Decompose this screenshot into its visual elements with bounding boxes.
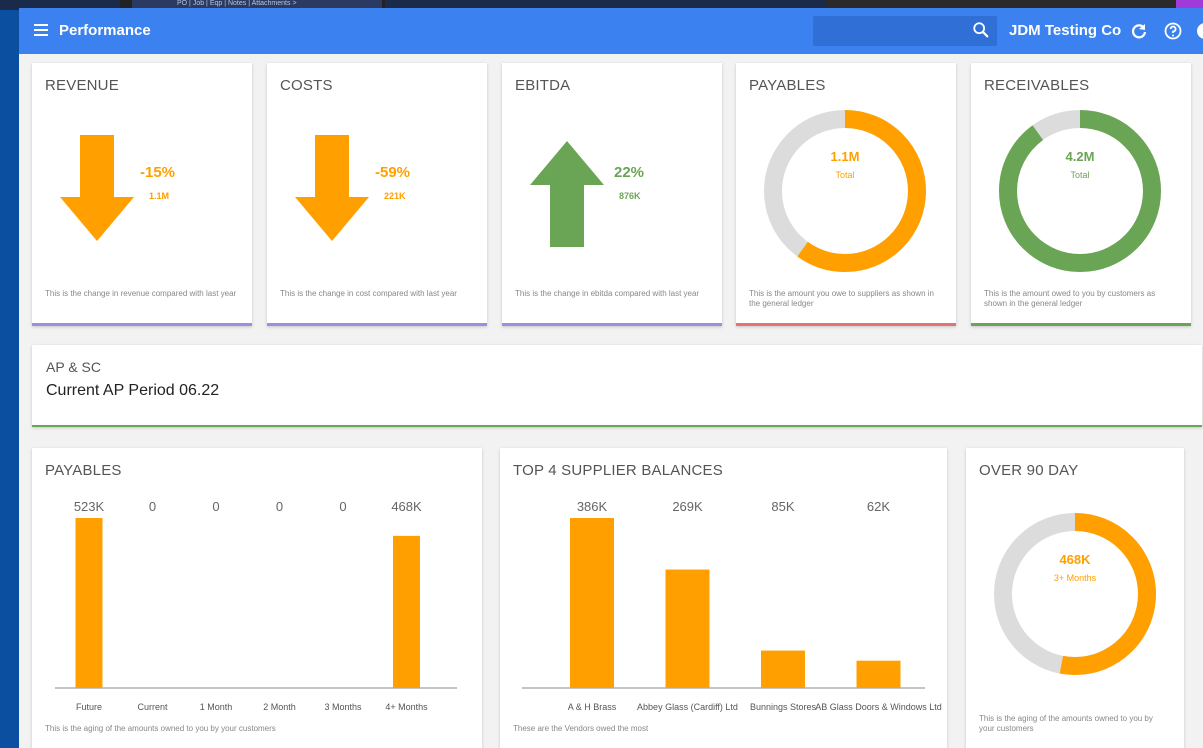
- revenue-percent: -15%: [140, 164, 176, 181]
- receivables-donut-label: 4.2M Total: [1020, 149, 1140, 180]
- category-label-0: Future: [76, 702, 102, 712]
- payables-total-value: 1.1M: [830, 149, 860, 164]
- value-label-1: 0: [149, 499, 156, 514]
- bar-3[interactable]: [856, 660, 901, 688]
- value-label-2: 0: [212, 499, 219, 514]
- bar-5[interactable]: [393, 535, 420, 688]
- over-90-day-sublabel: 3+ Months: [1053, 573, 1097, 583]
- category-label-1: Current: [137, 702, 168, 712]
- search-input[interactable]: [813, 16, 997, 46]
- over-90-day-card[interactable]: OVER 90 DAY 468K 3+ Months This is the a…: [966, 448, 1184, 748]
- bar-2[interactable]: [761, 650, 805, 688]
- value-label-4: 0: [339, 499, 346, 514]
- value-label-3: 0: [276, 499, 283, 514]
- category-label-3: 2 Month: [263, 702, 296, 712]
- category-label-3: AB Glass Doors & Windows Ltd: [815, 702, 942, 712]
- receivables-footer: This is the amount owed to you by custom…: [984, 289, 1156, 308]
- category-label-4: 3 Months: [324, 702, 362, 712]
- category-label-2: 1 Month: [200, 702, 233, 712]
- payables-card[interactable]: PAYABLES 1.1M Total This is the amount y…: [736, 63, 956, 326]
- over-90-day-value: 468K: [1059, 552, 1091, 567]
- hamburger-menu-icon[interactable]: [34, 24, 48, 36]
- receivables-total-value: 4.2M: [1065, 149, 1095, 164]
- top-suppliers-footer: These are the Vendors owed the most: [513, 724, 649, 733]
- receivables-title: RECEIVABLES: [984, 77, 1090, 94]
- ebitda-card[interactable]: EBITDA 22% 876K This is the change in eb…: [502, 63, 722, 326]
- value-label-0: 523K: [74, 499, 105, 514]
- value-label-2: 85K: [771, 499, 794, 514]
- payables-aging-footer: This is the aging of the amounts owned t…: [45, 724, 276, 733]
- ebitda-footer: This is the change in ebitda compared wi…: [515, 289, 700, 298]
- value-label-3: 62K: [867, 499, 890, 514]
- payables-total-label: Total: [835, 170, 855, 180]
- ebitda-amount: 876K: [619, 191, 641, 201]
- category-label-0: A & H Brass: [568, 702, 617, 712]
- ap-sc-accent-bar: [32, 425, 1202, 427]
- costs-title: COSTS: [280, 77, 333, 94]
- search-icon[interactable]: [972, 21, 990, 39]
- page-title: Performance: [59, 22, 151, 39]
- revenue-card[interactable]: REVENUE -15% 1.1M This is the change in …: [32, 63, 252, 326]
- value-label-1: 269K: [672, 499, 703, 514]
- over-90-day-footer: This is the aging of the amounts owned t…: [979, 714, 1153, 733]
- top-suppliers-chart: 386K A & H Brass 269K Abbey Glass (Cardiff)…: [522, 499, 942, 712]
- costs-card[interactable]: COSTS -59% 221K This is the change in co…: [267, 63, 487, 326]
- receivables-card[interactable]: RECEIVABLES 4.2M Total This is the amoun…: [971, 63, 1191, 326]
- ap-sc-card: AP & SC Current AP Period 06.22: [32, 345, 1202, 427]
- app-window: Performance JDM Testing Co REVENUE -15% …: [19, 8, 1203, 748]
- bar-0[interactable]: [570, 518, 614, 688]
- revenue-title: REVENUE: [45, 77, 119, 94]
- payables-accent-bar: [736, 323, 956, 326]
- account-icon[interactable]: [1195, 21, 1203, 41]
- payables-title: PAYABLES: [749, 77, 826, 94]
- category-label-5: 4+ Months: [385, 702, 428, 712]
- payables-aging-chart: 523K Future 0 Current 0 1 Month 0 2 Month 0 3 Mon…: [55, 499, 457, 712]
- bar-1[interactable]: [665, 569, 710, 688]
- payables-donut: [764, 110, 926, 272]
- company-name[interactable]: JDM Testing Co: [1009, 22, 1121, 39]
- value-label-5: 468K: [391, 499, 422, 514]
- costs-percent: -59%: [375, 164, 411, 181]
- over-90-day-donut: [994, 513, 1156, 675]
- category-label-1: Abbey Glass (Cardiff) Ltd: [637, 702, 738, 712]
- payables-footer: This is the amount you owe to suppliers …: [749, 289, 934, 308]
- ebitda-title: EBITDA: [515, 77, 571, 94]
- costs-accent-bar: [267, 323, 487, 326]
- refresh-icon[interactable]: [1129, 21, 1149, 41]
- arrow-down-icon: [295, 135, 369, 241]
- bar-0[interactable]: [75, 518, 103, 688]
- payables-aging-card[interactable]: PAYABLES 523K Future 0 Current 0 1 Month 0 2 Mo…: [32, 448, 482, 748]
- receivables-accent-bar: [971, 323, 1191, 326]
- over-90-day-label: 468K 3+ Months: [1015, 552, 1135, 583]
- receivables-donut: [999, 110, 1161, 272]
- ebitda-percent: 22%: [614, 164, 645, 181]
- category-label-2: Bunnings Stores: [750, 702, 817, 712]
- revenue-footer: This is the change in revenue compared w…: [45, 289, 237, 298]
- arrow-up-icon: [530, 141, 604, 247]
- app-bar: Performance JDM Testing Co: [19, 8, 1203, 54]
- ap-sc-title: AP & SC: [46, 359, 101, 375]
- ebitda-accent-bar: [502, 323, 722, 326]
- over-90-day-title: OVER 90 DAY: [979, 462, 1079, 479]
- revenue-amount: 1.1M: [149, 191, 170, 201]
- receivables-total-label: Total: [1070, 170, 1090, 180]
- costs-amount: 221K: [384, 191, 406, 201]
- value-label-0: 386K: [577, 499, 608, 514]
- payables-donut-label: 1.1M Total: [785, 149, 905, 180]
- help-icon[interactable]: [1163, 21, 1183, 41]
- ap-period-label: Current AP Period 06.22: [46, 382, 220, 399]
- costs-footer: This is the change in cost compared with…: [280, 289, 457, 298]
- revenue-accent-bar: [32, 323, 252, 326]
- arrow-down-icon: [60, 135, 134, 241]
- top-suppliers-card[interactable]: TOP 4 SUPPLIER BALANCES 386K A & H Brass 2…: [500, 448, 947, 748]
